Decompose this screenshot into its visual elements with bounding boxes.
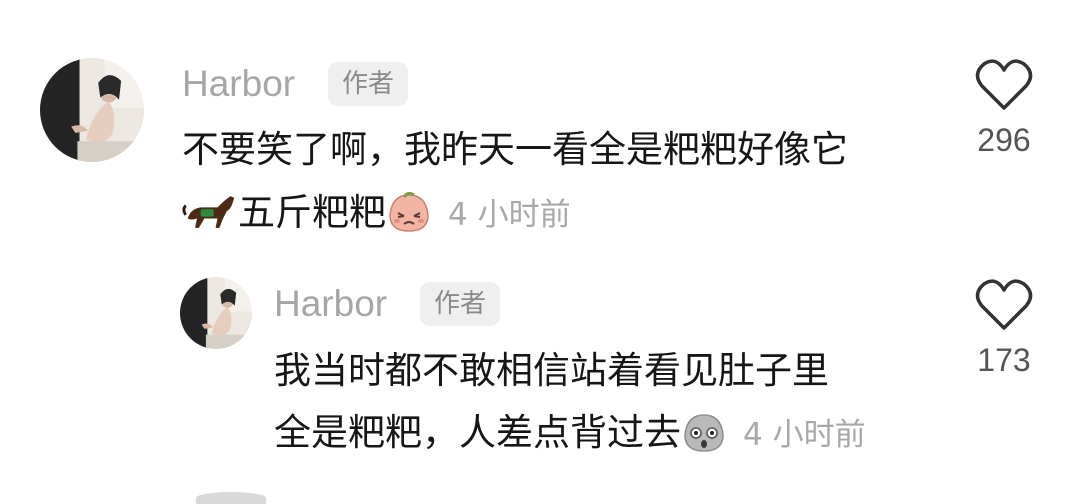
comment-item[interactable]: Harbor 作者 不要笑了啊，我昨天一看全是粑粑好像它 五斤粑粑 4 小时前	[0, 0, 1080, 250]
like-count: 296	[977, 122, 1031, 158]
username[interactable]: Harbor	[274, 282, 387, 326]
like-count: 173	[977, 342, 1031, 378]
timestamp: 4 小时前	[448, 196, 571, 233]
timestamp: 4 小时前	[743, 416, 866, 453]
username[interactable]: Harbor	[182, 62, 295, 106]
like-button[interactable]	[974, 278, 1034, 334]
horse-emoji-icon	[182, 189, 238, 235]
shocked-gray-emoji-icon	[681, 409, 727, 455]
comment-text-line-2-text: 五斤粑粑	[238, 191, 386, 234]
comment-text-line-1: 我当时都不敢相信站着看见肚子里	[274, 349, 829, 392]
author-badge: 作者	[420, 282, 501, 326]
heart-icon	[975, 59, 1033, 110]
heart-icon	[975, 279, 1033, 330]
next-avatar-peek	[196, 492, 266, 504]
like-button[interactable]	[974, 58, 1034, 114]
author-badge: 作者	[328, 62, 409, 106]
comment-text-line-2-text: 全是粑粑，人差点背过去	[274, 411, 681, 454]
crying-peach-emoji-icon	[386, 189, 432, 235]
comment-text-line-2: 全是粑粑，人差点背过去 4 小时前	[274, 407, 866, 461]
comment-text-line-1: 不要笑了啊，我昨天一看全是粑粑好像它	[182, 128, 848, 171]
comment-text-line-2: 五斤粑粑 4 小时前	[182, 187, 571, 241]
reply-item[interactable]: Harbor 作者 我当时都不敢相信站着看见肚子里 全是粑粑，人差点背过去 4 …	[0, 250, 1080, 490]
avatar[interactable]	[180, 277, 252, 349]
avatar[interactable]	[40, 58, 144, 162]
